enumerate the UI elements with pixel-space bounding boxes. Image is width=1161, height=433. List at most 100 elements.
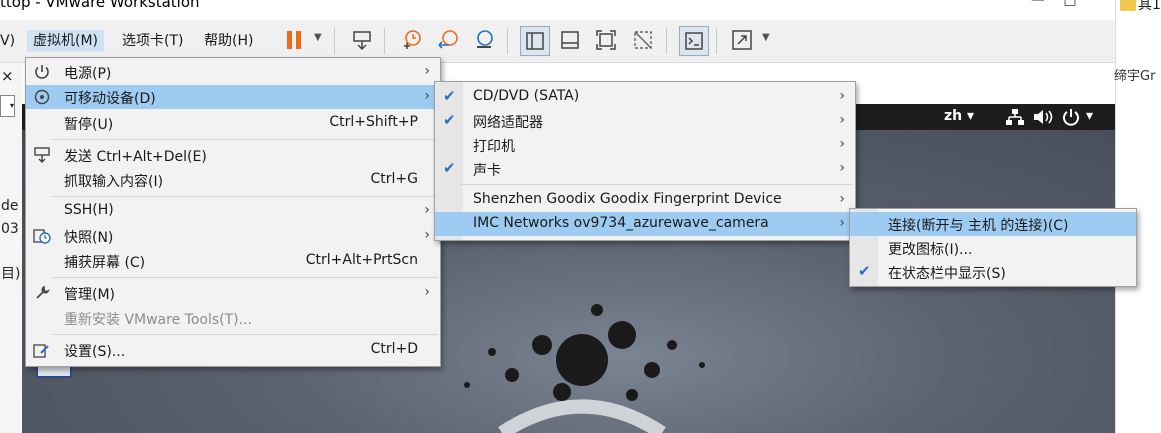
menu-item-ssh[interactable]: SSH(H) › [26,199,440,223]
toolbar-separator [384,28,385,54]
menu-item-label: 抓取输入内容(I) [64,174,164,190]
menu-item-shortcut: Ctrl+Shift+P [329,114,418,130]
menu-item-label: 网络适配器 [473,115,543,131]
menu-item-settings[interactable]: 设置(S)... Ctrl+D [26,338,440,362]
menu-item-label: 可移动设备(D) [64,91,156,107]
menu-item-label: 更改图标(I)... [888,242,973,258]
toolbar-separator [666,28,667,54]
menu-item-capture-screen[interactable]: 捕获屏幕 (C) Ctrl+Alt+PrtScn [26,249,440,273]
system-menu-caret[interactable]: ▾ [1086,108,1093,124]
thumbnail-view-icon[interactable] [556,26,584,54]
menu-separator [52,196,438,197]
submenu-arrow-icon: › [424,227,430,243]
pause-icon[interactable] [280,26,308,54]
removable-devices-icon [32,87,52,107]
power-icon [32,62,52,82]
menu-item-label: SSH(H) [64,202,114,218]
pause-dropdown-icon[interactable]: ▼ [314,32,322,43]
menu-vm[interactable]: 虚拟机(M) [27,30,105,52]
maximize-button[interactable]: □ [1055,0,1085,8]
vm-menu: 电源(P) › 可移动设备(D) › 暂停(U) Ctrl+Shift+P 发送… [25,57,441,367]
camera-change-icon[interactable]: 更改图标(I)... [850,236,1136,260]
host-text-fragment: 其1 [1138,0,1161,13]
menu-item-label: 管理(M) [64,287,116,303]
toolbar-separator [716,28,717,54]
wrench-icon [32,283,52,303]
submenu-arrow-icon: › [839,112,845,128]
check-icon: ✔ [443,159,456,177]
console-view-icon[interactable] [679,26,709,56]
menu-separator [52,139,438,140]
removable-devices-submenu: ✔ CD/DVD (SATA) › ✔ 网络适配器 › 打印机 › ✔ 声卡 ›… [434,81,856,241]
volume-icon[interactable] [1033,109,1053,129]
toolbar-separator [334,28,335,54]
submenu-arrow-icon: › [839,136,845,152]
menu-item-shortcut: Ctrl+G [370,171,419,187]
library-view-icon[interactable] [520,26,550,56]
device-printer[interactable]: 打印机 › [435,133,855,157]
menu-item-reinstall-vmware-tools: 重新安装 VMware Tools(T)... [26,306,440,330]
submenu-arrow-icon: › [424,88,430,104]
menu-view-partial[interactable]: V) [0,30,21,52]
window-title: ttop - VMware Workstation [0,0,200,11]
menu-item-pause[interactable]: 暂停(U) Ctrl+Shift+P [26,111,440,135]
stretch-guest-icon[interactable] [728,26,756,54]
menu-item-label: CD/DVD (SATA) [473,88,580,104]
menu-item-label: 电源(P) [64,66,112,82]
device-cd-dvd[interactable]: ✔ CD/DVD (SATA) › [435,85,855,109]
menu-item-manage[interactable]: 管理(M) › [26,281,440,305]
submenu-arrow-icon: › [839,215,845,231]
submenu-arrow-icon: › [424,202,430,218]
stretch-dropdown-icon[interactable]: ▼ [762,32,770,43]
power-menu-icon[interactable] [1062,108,1080,130]
minimize-button[interactable]: — [1023,0,1053,8]
device-network-adapter[interactable]: ✔ 网络适配器 › [435,109,855,133]
device-fingerprint[interactable]: Shenzhen Goodix Goodix Fingerprint Devic… [435,188,855,212]
camera-connect[interactable]: 连接(断开与 主机 的连接)(C) [850,212,1136,236]
snapshot-take-icon[interactable] [397,26,425,54]
menu-item-label: Shenzhen Goodix Goodix Fingerprint Devic… [473,191,782,207]
submenu-arrow-icon: › [424,63,430,79]
camera-submenu: 连接(断开与 主机 的连接)(C) 更改图标(I)... ✔ 在状态栏中显示(S… [849,208,1137,287]
menu-separator [52,334,438,335]
full-screen-icon[interactable] [592,26,620,54]
library-text-fragment: 目) [1,266,21,282]
guest-language-indicator[interactable]: zh ▾ [944,108,974,124]
submenu-arrow-icon: › [839,160,845,176]
menu-item-power[interactable]: 电源(P) › [26,60,440,84]
menu-item-label: 设置(S)... [64,344,126,360]
menu-tabs[interactable]: 选项卡(T) [116,30,189,52]
snapshot-manager-icon[interactable] [470,26,498,54]
menu-item-label: 在状态栏中显示(S) [888,266,1006,282]
library-panel [0,63,22,433]
menu-item-snapshot[interactable]: 快照(N) › [26,224,440,248]
device-sound-card[interactable]: ✔ 声卡 › [435,157,855,181]
check-icon: ✔ [443,111,456,129]
close-icon[interactable]: × [1,67,14,85]
network-icon[interactable] [1006,109,1024,129]
folder-icon [1120,0,1136,11]
menu-item-send-ctrl-alt-del[interactable]: 发送 Ctrl+Alt+Del(E) [26,143,440,167]
menu-item-label: 快照(N) [64,230,114,246]
check-icon: ✔ [443,87,456,105]
menu-item-shortcut: Ctrl+D [370,341,418,357]
menu-item-label: 连接(断开与 主机 的连接)(C) [888,218,1069,234]
camera-show-in-status-bar[interactable]: ✔ 在状态栏中显示(S) [850,260,1136,284]
menu-item-label: 发送 Ctrl+Alt+Del(E) [64,149,207,165]
menu-separator [52,277,438,278]
send-ctrl-alt-del-icon[interactable] [348,26,376,54]
send-keys-icon [32,145,52,165]
submenu-arrow-icon: › [839,191,845,207]
snapshot-revert-icon[interactable] [434,26,462,54]
snapshot-icon [32,226,52,246]
library-text-fragment: 03 [1,221,19,237]
unity-disabled-icon[interactable] [629,26,657,54]
library-dropdown[interactable]: ▾ [0,95,15,117]
menu-help[interactable]: 帮助(H) [198,30,259,52]
menu-item-shortcut: Ctrl+Alt+PrtScn [305,252,418,268]
title-bar: ttop - VMware Workstation — □ [0,0,1115,20]
device-camera[interactable]: IMC Networks ov9734_azurewave_camera › [435,212,855,236]
menu-item-removable-devices[interactable]: 可移动设备(D) › [26,85,440,109]
library-text-fragment: de [1,198,19,214]
menu-item-grab-input[interactable]: 抓取输入内容(I) Ctrl+G [26,168,440,192]
